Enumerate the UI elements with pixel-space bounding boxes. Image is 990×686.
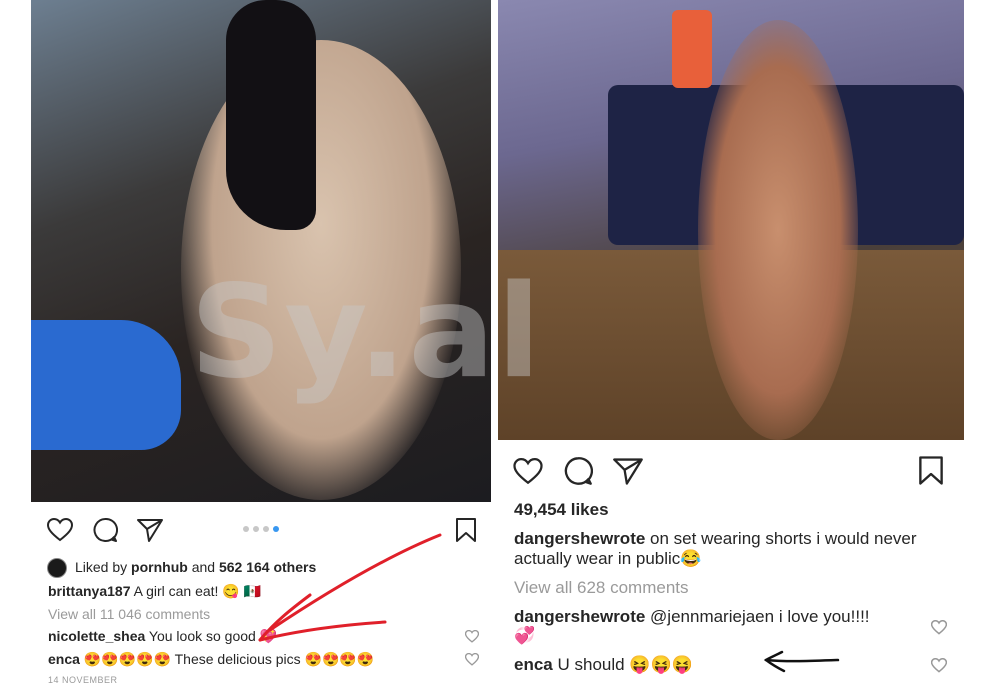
caption-username-link[interactable]: brittanya187 — [48, 583, 130, 599]
photo-subject — [698, 20, 858, 440]
comment-username-link[interactable]: nicolette_shea — [48, 628, 145, 644]
comment-like-heart-icon[interactable] — [464, 652, 480, 671]
liked-by-label: Liked by — [75, 559, 128, 575]
comment-bubble-icon[interactable] — [92, 517, 118, 543]
comment-text: U should 😝😝😝 — [557, 655, 693, 674]
like-heart-icon[interactable] — [47, 518, 73, 542]
caption-text-line2: actually wear in public😂 — [514, 549, 702, 568]
post-photo-left[interactable] — [31, 0, 491, 502]
share-send-icon[interactable] — [136, 517, 164, 543]
share-send-icon[interactable] — [612, 456, 644, 486]
caption: brittanya187 A girl can eat! 😋 🇲🇽 — [48, 583, 261, 600]
comment-row: dangershewrote @jennmariejaen i love you… — [514, 607, 870, 627]
likes-count[interactable]: 49,454 likes — [514, 500, 609, 520]
comment-text: 😍😍😍😍😍 These delicious pics 😍😍😍😍 — [83, 651, 375, 667]
comment-username-link[interactable]: enca — [514, 655, 553, 674]
comment-username-link[interactable]: dangershewrote — [514, 607, 645, 626]
bookmark-icon[interactable] — [455, 517, 477, 543]
like-heart-icon[interactable] — [513, 458, 543, 485]
comment-text: @jennmariejaen i love you!!!! — [650, 607, 870, 626]
watermark: Sy.al — [190, 258, 543, 407]
comment-bubble-icon[interactable] — [563, 456, 593, 486]
comment-row: enca 😍😍😍😍😍 These delicious pics 😍😍😍😍 — [48, 651, 374, 668]
liked-by-and: and — [191, 559, 216, 575]
photo-phone — [672, 10, 712, 88]
caption: dangershewrote on set wearing shorts i w… — [514, 529, 917, 549]
red-arrow-annotation — [258, 533, 442, 642]
photo-table — [31, 320, 181, 450]
view-all-comments-link[interactable]: View all 628 comments — [514, 578, 689, 598]
post-date: 14 NOVEMBER — [48, 675, 118, 685]
comment-row: enca U should 😝😝😝 — [514, 655, 693, 675]
view-all-comments-link[interactable]: View all 11 046 comments — [48, 606, 210, 622]
comment-text-line2: 💞 — [514, 626, 536, 645]
photo-hair — [226, 0, 316, 230]
comment-username-link[interactable]: enca — [48, 651, 80, 667]
comment-like-heart-icon[interactable] — [464, 629, 480, 648]
bookmark-icon[interactable] — [918, 455, 944, 486]
avatar[interactable] — [47, 558, 67, 578]
comment-like-heart-icon[interactable] — [930, 619, 948, 640]
caption-text: on set wearing shorts i would never — [650, 529, 917, 548]
comment-like-heart-icon[interactable] — [930, 657, 948, 678]
post-photo-right[interactable] — [498, 0, 964, 440]
liked-by-user-link[interactable]: pornhub — [131, 559, 188, 575]
black-arrow-annotation — [763, 650, 840, 673]
caption-username-link[interactable]: dangershewrote — [514, 529, 645, 548]
